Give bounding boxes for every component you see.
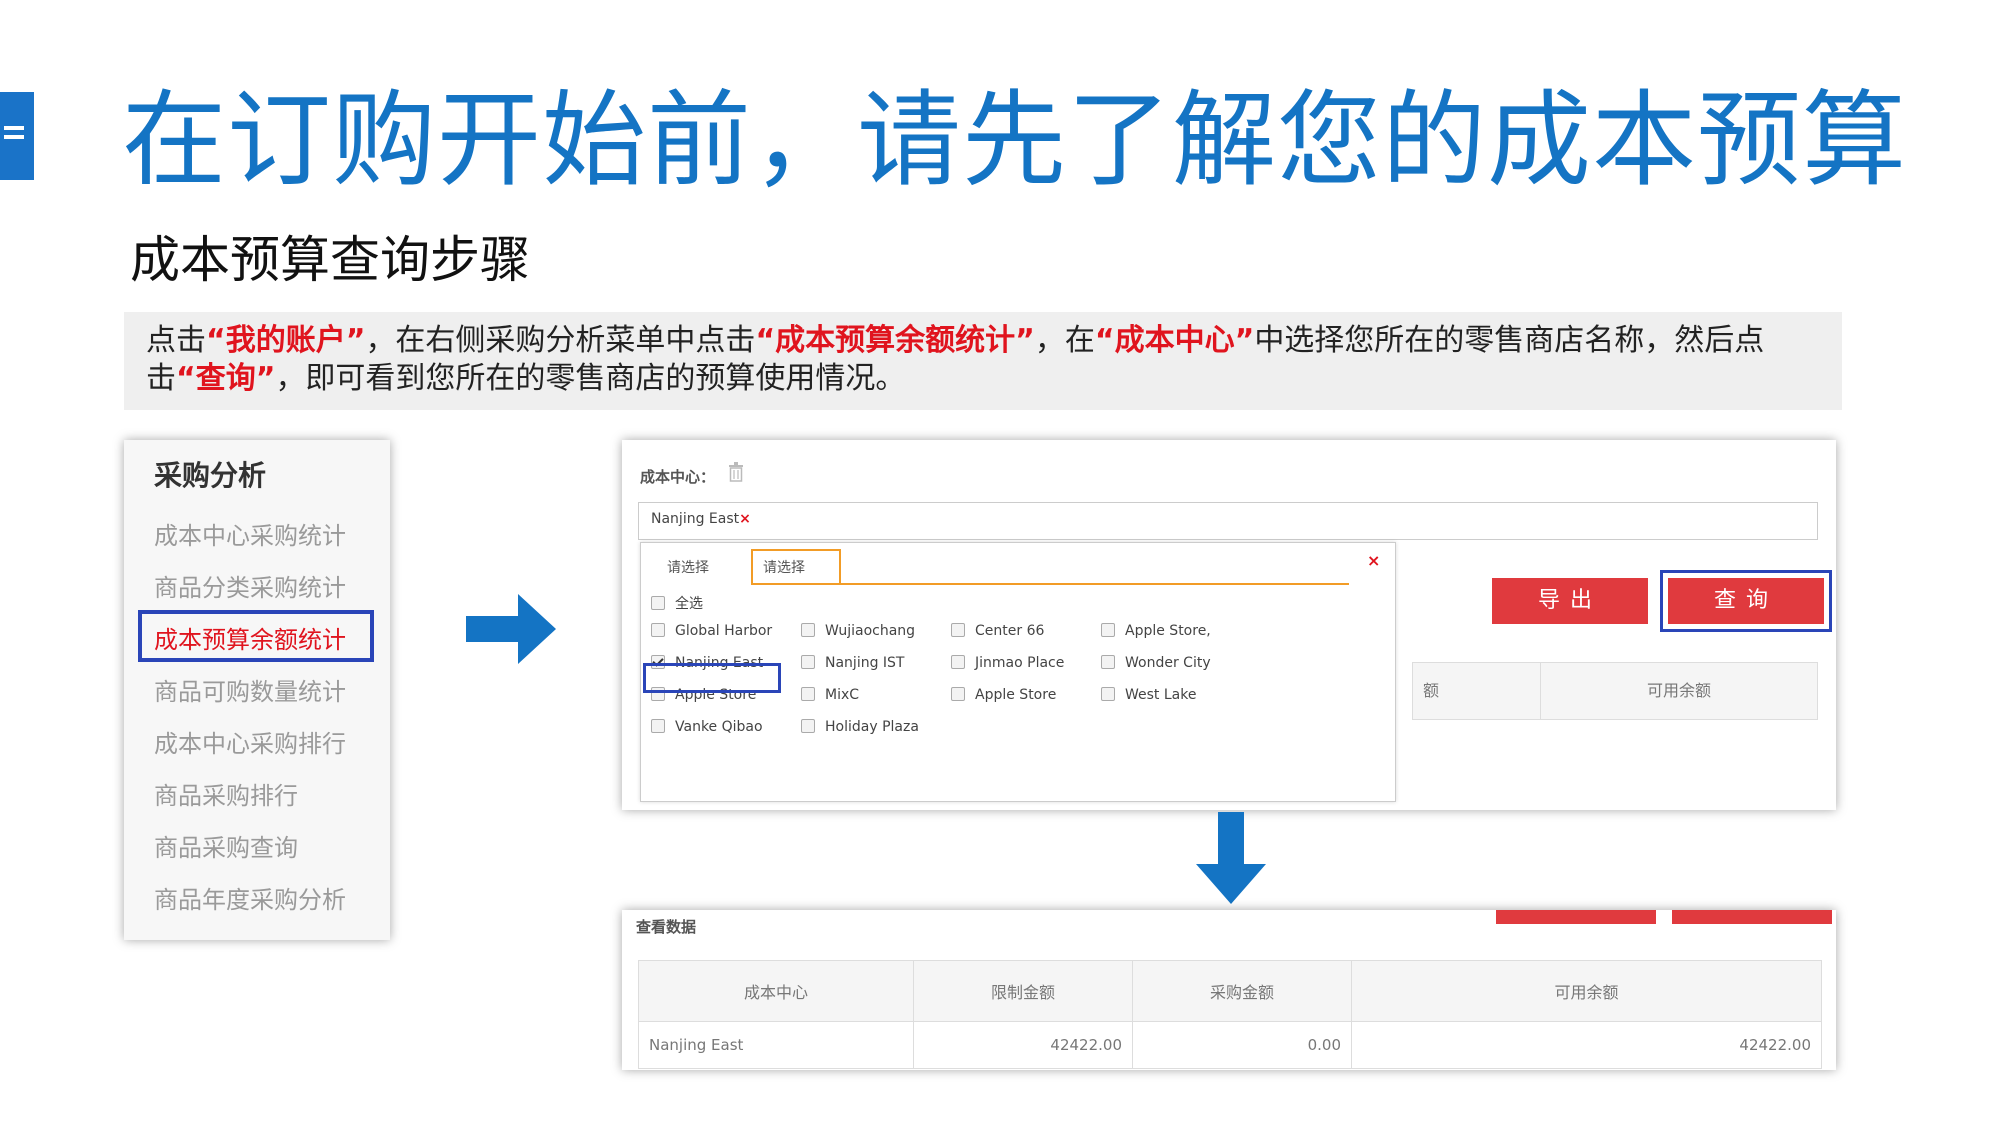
- cost-center-input[interactable]: Nanjing East×: [638, 502, 1818, 540]
- instruction-highlight-budget-stats: “成本预算余额统计”: [755, 323, 1035, 358]
- query-screenshot-panel: 成本中心： Nanjing East× 导出 查询 额 可用余额 请选择 请选择…: [622, 440, 1836, 810]
- option-west-lake[interactable]: West Lake: [1101, 687, 1196, 703]
- option-label: Apple Store,: [1125, 623, 1211, 639]
- instruction-text: 点击: [146, 323, 206, 358]
- arrow-down-icon: [1196, 812, 1266, 904]
- arrow-right-icon: [466, 594, 556, 664]
- cell-cost-center: Nanjing East: [638, 1021, 914, 1069]
- header-limit-amount: 限制金额: [913, 960, 1133, 1022]
- menu-item-annual-analysis[interactable]: 商品年度采购分析: [154, 880, 346, 915]
- option-label: Holiday Plaza: [825, 719, 919, 735]
- partial-header-cell: 额: [1413, 663, 1541, 719]
- select-all-option[interactable]: 全选: [651, 593, 703, 613]
- checkbox[interactable]: [651, 719, 665, 733]
- header-available-balance: 可用余额: [1351, 960, 1822, 1022]
- cost-center-dropdown: 请选择 请选择 × 全选 Global Harbor Wujiaochang C…: [640, 542, 1396, 802]
- menu-item-cost-center-stats[interactable]: 成本中心采购统计: [154, 516, 346, 551]
- checkbox[interactable]: [801, 719, 815, 733]
- trash-icon[interactable]: [728, 462, 744, 482]
- instruction-box: 点击“我的账户”，在右侧采购分析菜单中点击“成本预算余额统计”，在“成本中心”中…: [124, 312, 1842, 410]
- checkbox[interactable]: [1101, 623, 1115, 637]
- export-button-partial[interactable]: [1496, 910, 1656, 924]
- table-header-row: 成本中心 限制金额 采购金额 可用余额: [638, 960, 1822, 1022]
- option-label: Nanjing IST: [825, 655, 905, 671]
- checkbox[interactable]: [651, 623, 665, 637]
- cell-available-balance: 42422.00: [1351, 1021, 1822, 1069]
- instruction-text: ，即可看到您所在的零售商店的预算使用情况。: [275, 361, 906, 396]
- option-label: Wonder City: [1125, 655, 1211, 671]
- close-icon[interactable]: ×: [1367, 551, 1380, 570]
- option-nanjing-ist[interactable]: Nanjing IST: [801, 655, 904, 671]
- tab-underline: [751, 583, 1349, 585]
- option-label: Center 66: [975, 623, 1045, 639]
- option-wujiaochang[interactable]: Wujiaochang: [801, 623, 915, 639]
- option-label: Wujiaochang: [825, 623, 916, 639]
- page-title: 在订购开始前，请先了解您的成本预算: [122, 79, 1908, 201]
- instruction-highlight-query: “查询”: [176, 361, 276, 396]
- result-table: 成本中心 限制金额 采购金额 可用余额 Nanjing East 42422.0…: [638, 960, 1822, 1069]
- option-apple-store-3[interactable]: Apple Store: [951, 687, 1056, 703]
- instruction-text: ，在: [1034, 323, 1095, 358]
- query-button-partial[interactable]: [1672, 910, 1832, 924]
- checkbox[interactable]: [951, 687, 965, 701]
- menu-selection-highlight: [138, 610, 374, 662]
- option-global-harbor[interactable]: Global Harbor: [651, 623, 772, 639]
- tab-select-1[interactable]: 请选择: [667, 557, 709, 577]
- option-wonder-city[interactable]: Wonder City: [1101, 655, 1211, 671]
- option-label: MixC: [825, 687, 860, 703]
- checkbox[interactable]: [801, 655, 815, 669]
- option-mixc[interactable]: MixC: [801, 687, 859, 703]
- checkbox[interactable]: [801, 623, 815, 637]
- menu-item-purchasable-qty-stats[interactable]: 商品可购数量统计: [154, 672, 346, 707]
- result-screenshot-panel: 查看数据 成本中心 限制金额 采购金额 可用余额 Nanjing East 42…: [622, 910, 1836, 1070]
- checkbox[interactable]: [651, 596, 665, 610]
- page-subtitle: 成本预算查询步骤: [130, 231, 530, 289]
- instruction-highlight-cost-center: “成本中心”: [1094, 323, 1255, 358]
- cell-purchase-amount: 0.00: [1132, 1021, 1352, 1069]
- partial-header-available: 可用余额: [1646, 681, 1711, 700]
- checkbox[interactable]: [1101, 655, 1115, 669]
- cell-limit-amount: 42422.00: [913, 1021, 1133, 1069]
- menu-item-product-ranking[interactable]: 商品采购排行: [154, 776, 298, 811]
- instruction-text: ，在右侧采购分析菜单中点击: [365, 323, 756, 358]
- option-label: Jinmao Place: [975, 655, 1065, 671]
- option-label: Apple Store: [975, 687, 1057, 703]
- header-purchase-amount: 采购金额: [1132, 960, 1352, 1022]
- checkbox[interactable]: [1101, 687, 1115, 701]
- remove-tag-icon[interactable]: ×: [739, 511, 751, 527]
- selected-cost-center-tag: Nanjing East: [651, 511, 740, 527]
- query-button-highlight: [1660, 570, 1832, 632]
- partial-result-header: 额 可用余额: [1412, 662, 1818, 720]
- option-label: Vanke Qibao: [675, 719, 763, 735]
- option-apple-store-1[interactable]: Apple Store,: [1101, 623, 1211, 639]
- view-data-label: 查看数据: [636, 918, 697, 936]
- option-center-66[interactable]: Center 66: [951, 623, 1044, 639]
- menu-item-category-stats[interactable]: 商品分类采购统计: [154, 568, 346, 603]
- table-row: Nanjing East 42422.00 0.00 42422.00: [638, 1021, 1822, 1069]
- checkbox[interactable]: [951, 655, 965, 669]
- instruction-highlight-my-account: “我的账户”: [206, 323, 366, 358]
- menu-lines-icon: [4, 126, 24, 144]
- menu-header: 采购分析: [154, 459, 267, 492]
- title-accent-bar: [0, 92, 34, 180]
- menu-item-product-query[interactable]: 商品采购查询: [154, 828, 298, 863]
- option-label: 全选: [675, 596, 703, 612]
- checkbox[interactable]: [801, 687, 815, 701]
- option-holiday-plaza[interactable]: Holiday Plaza: [801, 719, 919, 735]
- option-label: Global Harbor: [675, 623, 773, 639]
- checkbox[interactable]: [951, 623, 965, 637]
- cost-center-label: 成本中心：: [640, 468, 716, 486]
- tab-select-2[interactable]: 请选择: [751, 549, 841, 585]
- option-jinmao-place[interactable]: Jinmao Place: [951, 655, 1064, 671]
- option-label: West Lake: [1125, 687, 1197, 703]
- export-button[interactable]: 导出: [1492, 578, 1648, 624]
- option-selection-highlight: [643, 663, 781, 693]
- menu-item-cost-center-ranking[interactable]: 成本中心采购排行: [154, 724, 346, 759]
- purchase-analysis-menu: 采购分析 成本中心采购统计 商品分类采购统计 成本预算余额统计 商品可购数量统计…: [124, 440, 390, 940]
- header-cost-center: 成本中心: [638, 960, 914, 1022]
- option-vanke-qibao[interactable]: Vanke Qibao: [651, 719, 763, 735]
